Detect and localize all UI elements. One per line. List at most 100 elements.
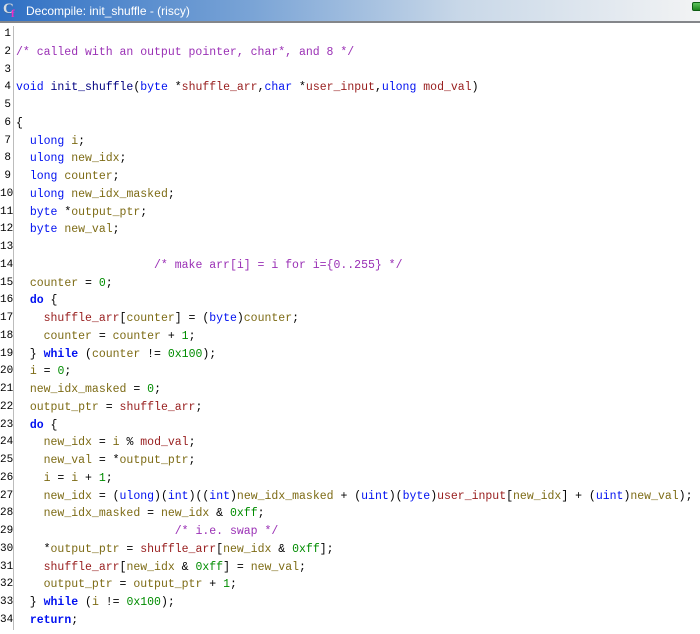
code-line[interactable]: 28 new_idx_masked = new_idx & 0xff;: [0, 505, 700, 523]
code-line[interactable]: 20 i = 0;: [0, 363, 700, 381]
code-line[interactable]: 31 shuffle_arr[new_idx & 0xff] = new_val…: [0, 558, 700, 577]
line-number: 10: [0, 185, 14, 204]
line-number: 30: [0, 540, 14, 559]
title-bar[interactable]: C f Decompile: init_shuffle - (riscy): [0, 0, 700, 21]
decompiler-icon-sub: f: [11, 8, 15, 20]
code-line[interactable]: 12 byte new_val;: [0, 221, 700, 239]
line-number: 17: [0, 310, 14, 328]
code-text: long counter;: [29, 170, 120, 183]
code-text: } while (i != 0x100);: [16, 596, 175, 609]
code-text: i = 0;: [29, 365, 72, 379]
line-number: 5: [0, 97, 14, 115]
code-text: return;: [29, 613, 79, 627]
code-text: new_idx = (ulong)(int)((int)new_idx_mask…: [43, 489, 693, 503]
code-line[interactable]: 21 new_idx_masked = 0;: [0, 381, 700, 399]
code-text: /* called with an output pointer, char*,…: [16, 45, 355, 59]
code-text: } while (counter != 0x100);: [16, 347, 217, 361]
code-text: /* i.e. swap */: [174, 525, 279, 538]
line-number: 3: [0, 61, 14, 80]
code-line[interactable]: 6{: [0, 114, 700, 133]
code-line[interactable]: 29 /* i.e. swap */: [0, 523, 700, 541]
code-line[interactable]: 32 output_ptr = output_ptr + 1;: [0, 576, 700, 594]
code-line[interactable]: 22 output_ptr = shuffle_arr;: [0, 398, 700, 417]
line-number: 25: [0, 452, 14, 470]
code-text: *output_ptr = shuffle_arr[new_idx & 0xff…: [16, 542, 334, 556]
code-text: new_idx_masked = new_idx & 0xff;: [43, 507, 265, 521]
code-line[interactable]: 24 new_idx = i % mod_val;: [0, 434, 700, 452]
code-line[interactable]: 13: [0, 239, 700, 257]
code-text: void init_shuffle(byte *shuffle_arr,char…: [16, 81, 479, 95]
code-line[interactable]: 2/* called with an output pointer, char*…: [0, 43, 700, 62]
code-text: counter = counter + 1;: [43, 329, 196, 343]
line-number: 21: [0, 381, 14, 399]
code-text: ulong new_idx_masked;: [29, 187, 175, 201]
line-number: 26: [0, 469, 14, 488]
code-line[interactable]: 8 ulong new_idx;: [0, 150, 700, 168]
code-line[interactable]: 34 return;: [0, 611, 700, 630]
code-text: output_ptr = output_ptr + 1;: [43, 578, 237, 592]
line-number: 22: [0, 398, 14, 417]
code-line[interactable]: 18 counter = counter + 1;: [0, 327, 700, 346]
line-number: 16: [0, 292, 14, 310]
code-line[interactable]: 5: [0, 97, 700, 115]
code-line[interactable]: 15 counter = 0;: [0, 274, 700, 293]
code-line[interactable]: 25 new_val = *output_ptr;: [0, 452, 700, 470]
code-area[interactable]: 1 2/* called with an output pointer, char…: [0, 23, 700, 634]
code-text: ulong new_idx;: [29, 152, 127, 166]
line-number: 12: [0, 221, 14, 239]
line-number: 8: [0, 150, 14, 168]
line-number: 14: [0, 256, 14, 275]
line-number: 20: [0, 363, 14, 381]
truncated-toolbar-icon[interactable]: [692, 2, 700, 11]
code-text: counter = 0;: [29, 276, 113, 290]
line-number: 29: [0, 523, 14, 541]
code-line[interactable]: 16 do {: [0, 292, 700, 310]
code-text: new_idx = i % mod_val;: [43, 436, 196, 450]
code-line[interactable]: 27 new_idx = (ulong)(int)((int)new_idx_m…: [0, 487, 700, 506]
code-line[interactable]: 23 do {: [0, 416, 700, 435]
code-text: output_ptr = shuffle_arr;: [29, 400, 203, 414]
line-number: 13: [0, 239, 14, 257]
code-line[interactable]: 10 ulong new_idx_masked;: [0, 185, 700, 204]
code-line[interactable]: 26 i = i + 1;: [0, 469, 700, 488]
code-line[interactable]: 17 shuffle_arr[counter] = (byte)counter;: [0, 310, 700, 328]
code-text: byte *output_ptr;: [29, 205, 148, 219]
line-number: 15: [0, 274, 14, 293]
line-number: 24: [0, 434, 14, 452]
line-number: 28: [0, 505, 14, 523]
code-line[interactable]: 30 *output_ptr = shuffle_arr[new_idx & 0…: [0, 540, 700, 559]
code-line[interactable]: 4 void init_shuffle(byte *shuffle_arr,cha…: [0, 79, 700, 97]
line-number: 27: [0, 487, 14, 506]
line-number: 6: [0, 114, 14, 133]
line-number: 2: [0, 43, 14, 62]
line-number: 23: [0, 416, 14, 435]
code-line[interactable]: 1: [0, 26, 700, 44]
code-line[interactable]: 33 } while (i != 0x100);: [0, 594, 700, 612]
line-number: 9: [0, 168, 14, 186]
panel-title: Decompile: init_shuffle - (riscy): [26, 3, 190, 18]
line-number: 7: [0, 132, 14, 151]
line-number: 11: [0, 203, 14, 222]
decompile-panel: C f Decompile: init_shuffle - (riscy) 12…: [0, 0, 700, 634]
code-text: ulong i;: [29, 134, 86, 148]
line-number: 1: [0, 26, 14, 44]
code-line[interactable]: 3: [0, 61, 700, 80]
code-text: {: [16, 116, 23, 130]
line-number: 32: [0, 576, 14, 594]
code-line[interactable]: 9 long counter;: [0, 168, 700, 186]
line-number: 31: [0, 558, 14, 577]
line-number: 19: [0, 345, 14, 364]
line-number: 4: [0, 79, 14, 97]
code-line[interactable]: 19 } while (counter != 0x100);: [0, 345, 700, 364]
code-text: new_val = *output_ptr;: [43, 454, 196, 467]
code-text: shuffle_arr[counter] = (byte)counter;: [43, 312, 299, 325]
code-text: i = i + 1;: [43, 471, 113, 485]
code-line[interactable]: 7 ulong i;: [0, 132, 700, 151]
line-number: 33: [0, 594, 14, 612]
code-line[interactable]: 14 /* make arr[i] = i for i={0..255} */: [0, 256, 700, 275]
code-text: new_idx_masked = 0;: [29, 383, 161, 396]
code-line[interactable]: 11 byte *output_ptr;: [0, 203, 700, 222]
